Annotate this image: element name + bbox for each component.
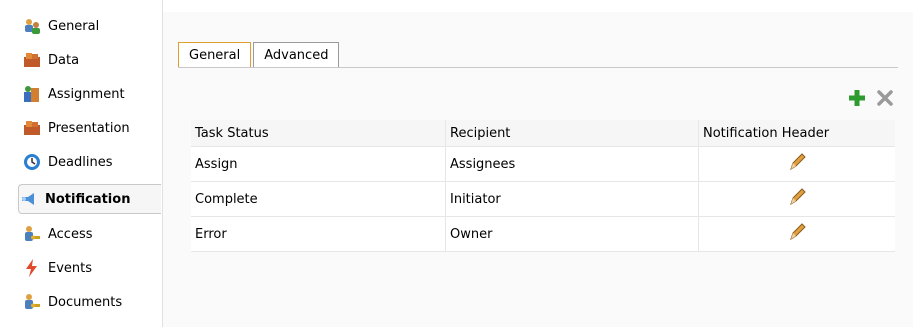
presentation-icon (22, 118, 42, 138)
recipient-cell: Initiator (445, 181, 699, 217)
table-row[interactable]: Error Owner (191, 216, 895, 252)
column-header-notification-header[interactable]: Notification Header (698, 120, 895, 147)
sidebar-item-data[interactable]: Data (22, 46, 160, 74)
sidebar: General Data Assignment Presentation Dea… (0, 0, 163, 327)
sidebar-item-label: Access (48, 226, 93, 242)
notification-header-cell (698, 216, 895, 252)
recipient-cell: Assignees (445, 146, 699, 182)
sidebar-item-notification[interactable]: Notification (18, 184, 161, 214)
tab-label: General (189, 47, 241, 63)
pencil-icon[interactable] (787, 187, 807, 207)
notification-panel: General Advanced Task Status Recipient N… (163, 12, 913, 327)
sidebar-item-events[interactable]: Events (22, 254, 160, 282)
sidebar-item-label: Data (48, 52, 80, 68)
delete-icon (877, 90, 893, 106)
sidebar-item-presentation[interactable]: Presentation (22, 114, 160, 142)
sidebar-item-label: Presentation (48, 120, 130, 136)
users-icon (22, 16, 42, 36)
sidebar-item-general[interactable]: General (22, 12, 160, 40)
add-button[interactable] (847, 88, 867, 108)
documents-icon (22, 292, 42, 312)
events-icon (22, 258, 42, 278)
sidebar-item-label: Documents (48, 294, 123, 310)
data-icon (22, 50, 42, 70)
access-icon (22, 224, 42, 244)
tab-general[interactable]: General (178, 42, 252, 67)
sidebar-item-label: General (48, 18, 100, 34)
toolbar (847, 88, 895, 108)
table-header-row: Task Status Recipient Notification Heade… (191, 120, 895, 147)
sidebar-item-deadlines[interactable]: Deadlines (22, 148, 160, 176)
tab-advanced[interactable]: Advanced (253, 42, 340, 67)
add-icon (849, 90, 865, 106)
table-row[interactable]: Complete Initiator (191, 181, 895, 217)
tab-label: Advanced (264, 47, 329, 63)
sidebar-item-label: Deadlines (48, 154, 113, 170)
notification-header-cell (698, 146, 895, 182)
notification-table: Task Status Recipient Notification Heade… (191, 120, 895, 252)
pencil-icon[interactable] (787, 152, 807, 172)
notification-header-cell (698, 181, 895, 217)
sidebar-item-label: Assignment (48, 86, 125, 102)
column-header-recipient[interactable]: Recipient (445, 120, 699, 147)
sidebar-item-access[interactable]: Access (22, 220, 160, 248)
sidebar-item-documents[interactable]: Documents (22, 288, 160, 316)
tab-bar: General Advanced (178, 42, 341, 68)
table-row[interactable]: Assign Assignees (191, 146, 895, 182)
sidebar-item-label: Notification (45, 191, 131, 207)
delete-button[interactable] (875, 88, 895, 108)
task-status-cell: Error (191, 216, 446, 252)
pencil-icon[interactable] (787, 222, 807, 242)
recipient-cell: Owner (445, 216, 699, 252)
task-status-cell: Complete (191, 181, 446, 217)
task-status-cell: Assign (191, 146, 446, 182)
deadlines-icon (22, 152, 42, 172)
tab-divider (178, 67, 898, 68)
assignment-icon (22, 84, 42, 104)
sidebar-item-label: Events (48, 260, 93, 276)
notification-icon (19, 189, 39, 209)
sidebar-item-assignment[interactable]: Assignment (22, 80, 160, 108)
column-header-task-status[interactable]: Task Status (191, 120, 446, 147)
